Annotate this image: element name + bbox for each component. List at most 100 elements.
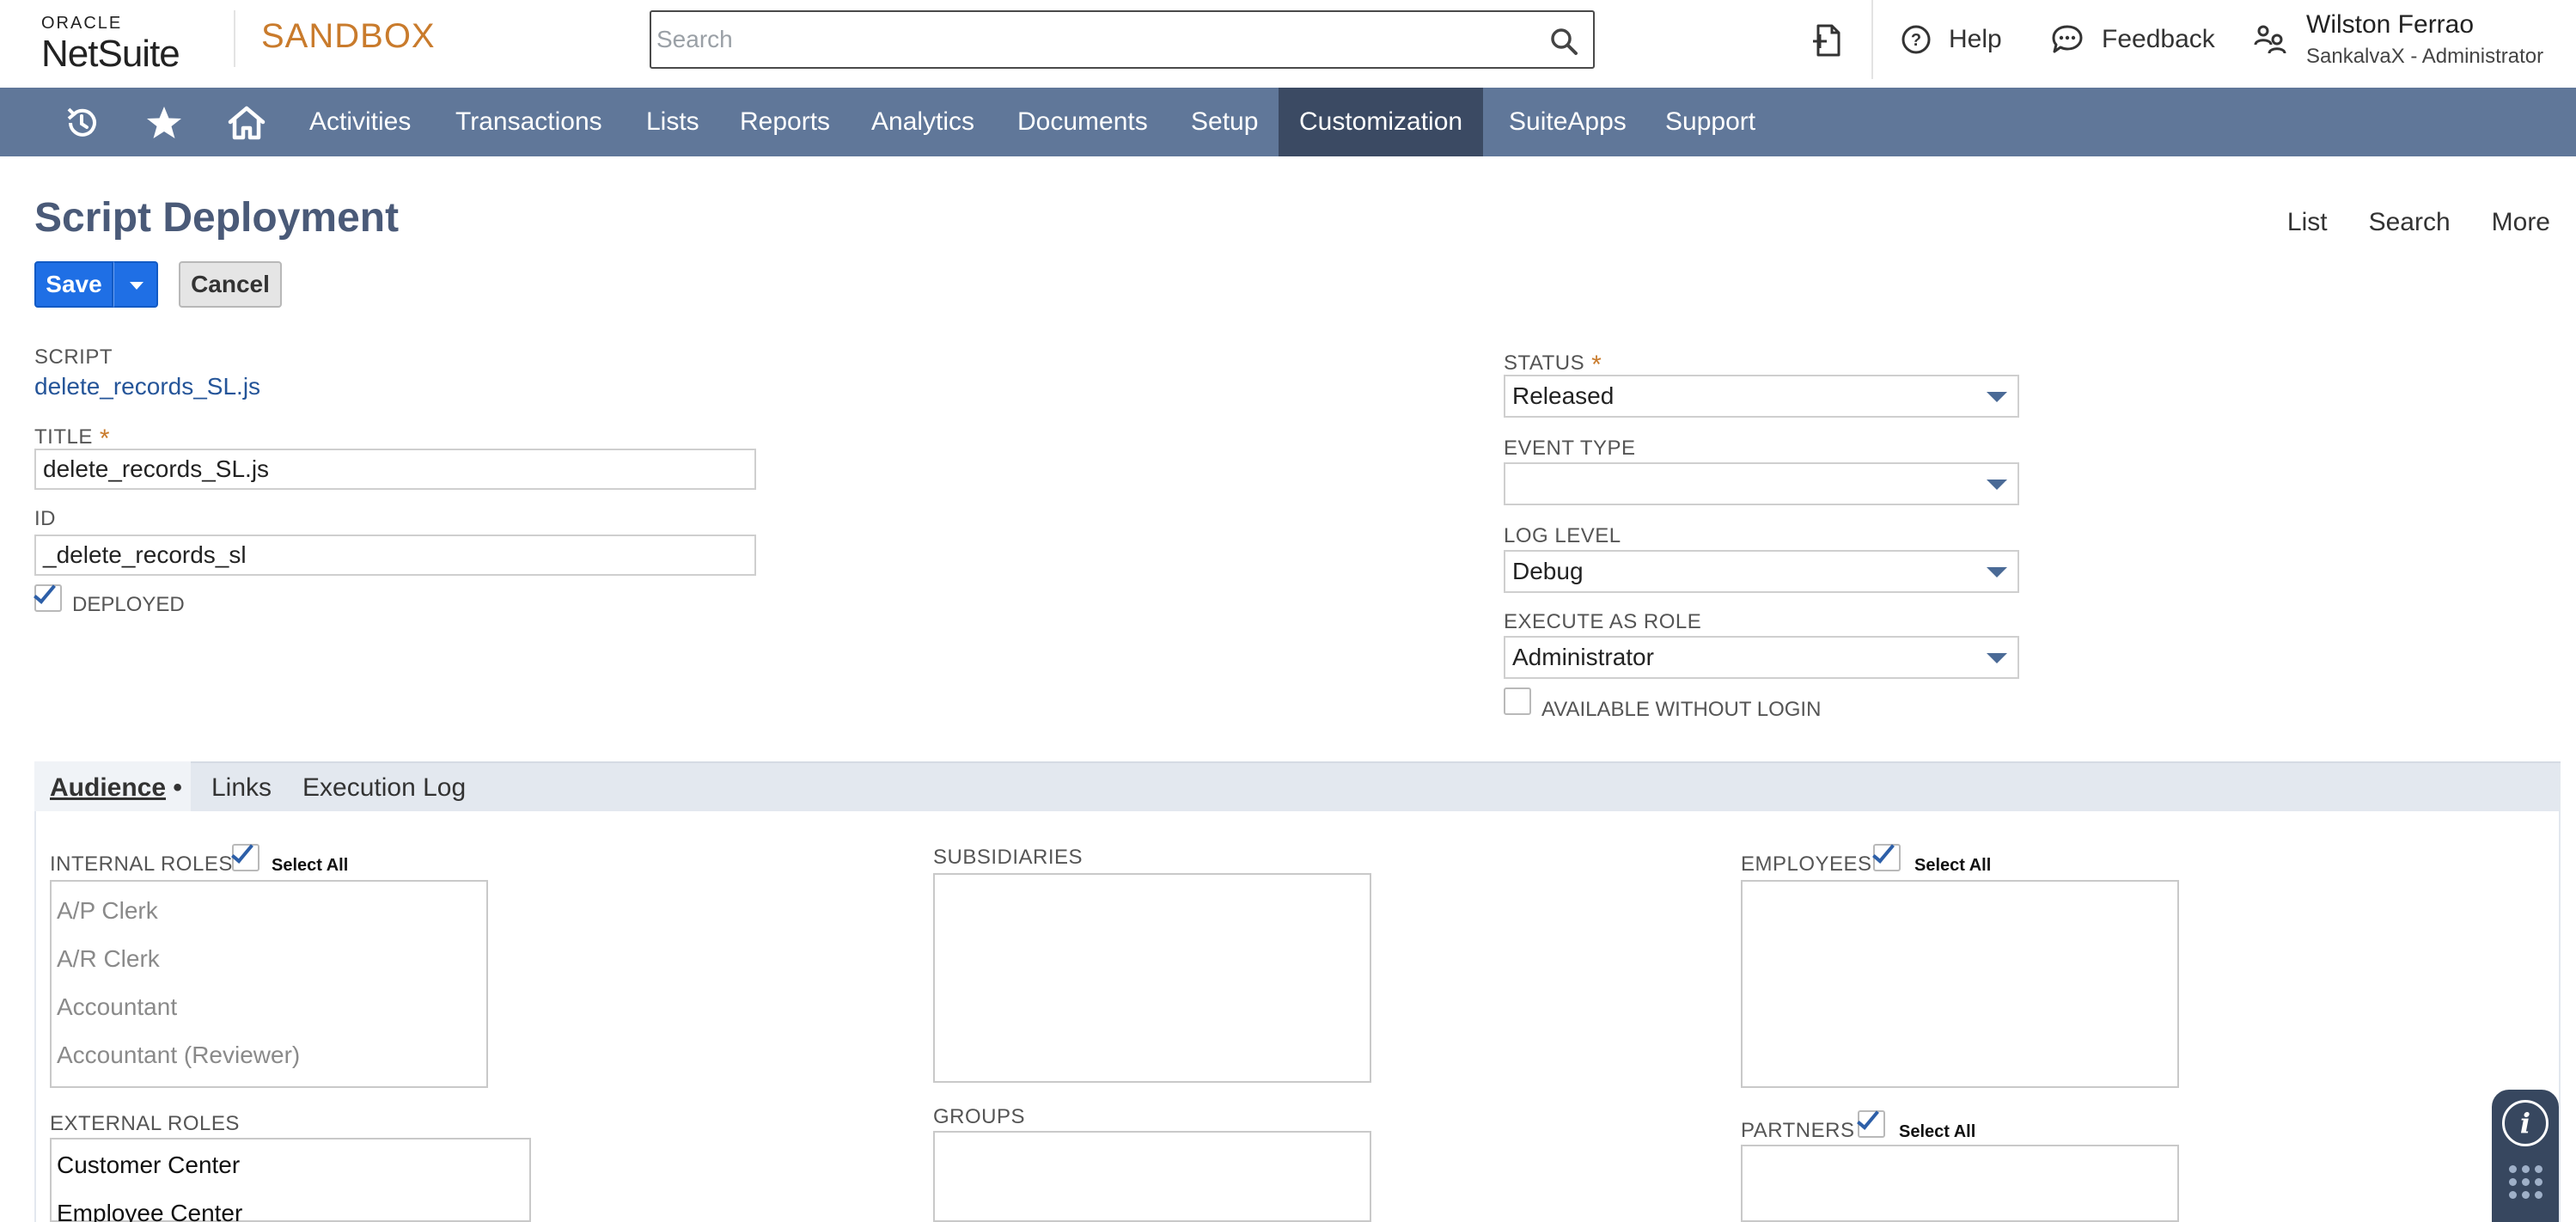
nav-suiteapps[interactable]: SuiteApps <box>1488 88 1647 156</box>
feedback-link[interactable]: Feedback <box>2050 21 2215 58</box>
more-link[interactable]: More <box>2492 208 2550 237</box>
script-link[interactable]: delete_records_SL.js <box>34 373 260 400</box>
home-icon[interactable] <box>225 101 268 144</box>
list-item[interactable]: Employee Center <box>52 1189 529 1222</box>
event-type-select[interactable] <box>1504 462 2019 505</box>
global-header: ORACLE NetSuite SANDBOX ? Help Feedback <box>0 0 2576 88</box>
partners-label: PARTNERS <box>1741 1119 1855 1142</box>
help-link[interactable]: ? Help <box>1901 21 2002 58</box>
nav-documents[interactable]: Documents <box>997 88 1169 156</box>
list-item[interactable]: A/R Clerk <box>52 935 486 983</box>
header-vertical-divider <box>1871 0 1873 79</box>
cancel-button[interactable]: Cancel <box>179 261 282 308</box>
global-search-input[interactable] <box>656 14 1516 65</box>
title-input[interactable]: delete_records_SL.js <box>34 449 756 490</box>
dropdown-arrow-icon <box>1987 392 2007 402</box>
deployed-checkbox[interactable] <box>34 580 62 612</box>
logo-netsuite-text: NetSuite <box>41 33 180 75</box>
script-label: SCRIPT <box>34 345 113 369</box>
external-roles-label: EXTERNAL ROLES <box>50 1112 240 1135</box>
nav-support[interactable]: Support <box>1645 88 1776 156</box>
partners-select-all-label: Select All <box>1899 1122 1976 1141</box>
user-role[interactable]: SankalvaX - Administrator <box>2306 45 2543 69</box>
checkmark-icon <box>1872 840 1895 864</box>
available-without-login-checkbox[interactable] <box>1504 687 1531 715</box>
nav-lists[interactable]: Lists <box>626 88 720 156</box>
svg-text:?: ? <box>1911 31 1921 50</box>
internal-roles-select-all-label: Select All <box>272 856 349 875</box>
search-link[interactable]: Search <box>2369 208 2451 237</box>
groups-listbox[interactable] <box>933 1131 1371 1222</box>
title-label: TITLE * <box>34 425 111 453</box>
nav-analytics[interactable]: Analytics <box>851 88 995 156</box>
external-roles-listbox[interactable]: Customer Center Employee Center <box>50 1138 531 1222</box>
tab-audience[interactable]: Audience • <box>50 773 182 803</box>
chevron-down-icon <box>130 282 143 290</box>
list-item[interactable]: A/P Clerk <box>52 887 486 935</box>
employees-label: EMPLOYEES <box>1741 852 1872 876</box>
internal-roles-label: INTERNAL ROLES <box>50 852 233 876</box>
id-input[interactable]: _delete_records_sl <box>34 535 756 576</box>
list-link[interactable]: List <box>2287 208 2328 237</box>
employees-select-all-checkbox[interactable] <box>1872 840 1901 871</box>
grid-dots-icon[interactable] <box>2509 1165 2543 1200</box>
nav-customization[interactable]: Customization <box>1279 88 1484 156</box>
subsidiaries-label: SUBSIDIARIES <box>933 846 1084 869</box>
checkmark-icon <box>1857 1106 1879 1130</box>
environment-label: SANDBOX <box>261 17 436 55</box>
user-name[interactable]: Wilston Ferrao <box>2306 10 2474 40</box>
dropdown-arrow-icon <box>1987 653 2007 663</box>
deployed-label: DEPLOYED <box>72 593 185 616</box>
event-type-label: EVENT TYPE <box>1504 437 1636 460</box>
list-item[interactable]: Accountant (Reviewer) <box>52 1031 486 1079</box>
partners-listbox[interactable] <box>1741 1145 2179 1222</box>
netsuite-logo[interactable]: ORACLE NetSuite <box>41 14 187 73</box>
tab-links[interactable]: Links <box>211 773 272 803</box>
header-divider <box>234 10 235 67</box>
log-level-value: Debug <box>1512 558 1584 584</box>
save-button[interactable]: Save <box>34 261 113 308</box>
save-options-dropdown[interactable] <box>113 261 158 308</box>
log-level-select[interactable]: Debug <box>1504 550 2019 593</box>
dropdown-arrow-icon <box>1987 567 2007 577</box>
question-circle-icon: ? <box>1901 25 1931 54</box>
status-select[interactable]: Released <box>1504 375 2019 418</box>
star-icon[interactable] <box>143 101 186 144</box>
feedback-label: Feedback <box>2102 25 2215 53</box>
history-icon[interactable] <box>60 101 103 144</box>
internal-roles-listbox[interactable]: A/P Clerk A/R Clerk Accountant Accountan… <box>50 880 488 1088</box>
groups-label: GROUPS <box>933 1105 1026 1128</box>
employees-listbox[interactable] <box>1741 880 2179 1088</box>
global-search-box[interactable] <box>650 10 1595 69</box>
nav-transactions[interactable]: Transactions <box>435 88 623 156</box>
info-icon[interactable]: i <box>2502 1100 2549 1146</box>
chat-bubble-icon <box>2052 25 2083 53</box>
nav-setup[interactable]: Setup <box>1170 88 1279 156</box>
partners-select-all-checkbox[interactable] <box>1857 1106 1885 1138</box>
list-item[interactable]: Accountant <box>52 983 486 1031</box>
execute-as-role-select[interactable]: Administrator <box>1504 636 2019 679</box>
checkmark-icon <box>231 840 253 864</box>
page-header-links: List Search More <box>2287 208 2550 237</box>
log-level-label: LOG LEVEL <box>1504 524 1621 547</box>
help-label: Help <box>1949 25 2002 53</box>
search-icon[interactable] <box>1548 26 1579 57</box>
internal-roles-select-all-checkbox[interactable] <box>231 840 259 871</box>
nav-activities[interactable]: Activities <box>289 88 431 156</box>
subsidiaries-listbox[interactable] <box>933 873 1371 1083</box>
switch-role-icon[interactable] <box>2253 22 2287 57</box>
execute-as-role-label: EXECUTE AS ROLE <box>1504 610 1702 633</box>
id-label: ID <box>34 507 56 530</box>
help-widget[interactable]: i <box>2492 1090 2559 1222</box>
document-bell-icon[interactable] <box>1811 22 1846 58</box>
employees-select-all-label: Select All <box>1914 856 1992 875</box>
tab-execution-log[interactable]: Execution Log <box>302 773 466 803</box>
list-item[interactable]: Customer Center <box>52 1141 529 1189</box>
logo-oracle-text: ORACLE <box>41 14 123 33</box>
status-value: Released <box>1512 382 1615 409</box>
main-nav: Activities Transactions Lists Reports An… <box>0 88 2576 156</box>
status-label: STATUS * <box>1504 351 1602 379</box>
checkmark-icon <box>34 580 56 604</box>
page-title: Script Deployment <box>34 195 400 241</box>
nav-reports[interactable]: Reports <box>719 88 851 156</box>
